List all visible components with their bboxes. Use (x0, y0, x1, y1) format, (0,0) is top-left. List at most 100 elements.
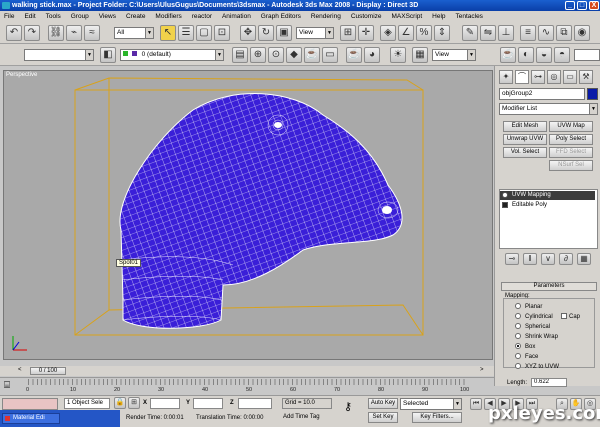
next-frame-icon[interactable]: > (480, 367, 484, 373)
snap-icon[interactable]: ◈ (380, 25, 396, 41)
radio-planar[interactable]: Planar (515, 303, 542, 311)
menu-graph-editors[interactable]: Graph Editors (257, 11, 305, 22)
selection-filter-dropdown[interactable]: All ▼ (114, 27, 154, 39)
maxscript-listener[interactable] (2, 398, 58, 410)
uvw-map-button[interactable]: UVW Map (549, 121, 593, 132)
render-type-dropdown[interactable]: View ▼ (432, 49, 476, 61)
rectangular-selection-icon[interactable]: ▢ (196, 25, 212, 41)
auto-key-button[interactable]: Auto Key (368, 398, 398, 409)
angle-snap-icon[interactable]: ∠ (398, 25, 414, 41)
time-slider-track[interactable]: 0 / 100 < > (0, 366, 494, 376)
curve-editor-icon[interactable]: ∿ (538, 25, 554, 41)
remove-modifier-icon[interactable]: ∂ (559, 253, 573, 265)
manipulate-icon[interactable]: ✛ (358, 25, 374, 41)
time-slider-thumb[interactable]: 0 / 100 (30, 367, 66, 375)
radio-box[interactable]: Box (515, 343, 535, 351)
quick-render-icon[interactable]: ◕ (364, 47, 380, 63)
add-time-tag-button[interactable]: Add Time Tag (282, 412, 332, 423)
menu-tools[interactable]: Tools (42, 11, 65, 22)
undo-icon[interactable]: ↶ (6, 25, 22, 41)
schematic-view-icon[interactable]: ⧉ (556, 25, 572, 41)
menu-group[interactable]: Group (67, 11, 93, 22)
mini-curve-editor-icon[interactable]: ⌸ (4, 380, 10, 391)
track-bar[interactable]: ⌸ 0 10 20 30 40 50 60 70 80 90 100 (0, 377, 494, 395)
show-end-result-icon[interactable]: ‖ (523, 253, 537, 265)
reference-coordinate-dropdown[interactable]: View ▼ (296, 27, 334, 39)
render-iterative-icon[interactable]: ◒ (536, 47, 552, 63)
unwrap-uvw-button[interactable]: Unwrap UVW (503, 134, 547, 145)
z-coordinate-field[interactable] (238, 398, 272, 409)
window-crossing-icon[interactable]: ⊡ (214, 25, 230, 41)
select-layer-icon[interactable]: ⊙ (268, 47, 284, 63)
layer-dropdown[interactable]: 0 (default) ▼ (120, 49, 224, 61)
bind-space-warp-icon[interactable]: ≈ (84, 25, 100, 41)
ffd-select-button[interactable]: FFD Select (549, 147, 593, 158)
absolute-mode-icon[interactable]: ⊞ (128, 397, 140, 409)
pivot-center-icon[interactable]: ⊞ (340, 25, 356, 41)
menu-maxscript[interactable]: MAXScript (387, 11, 426, 22)
close-button[interactable]: X (589, 1, 599, 10)
menu-animation[interactable]: Animation (218, 11, 255, 22)
expand-icon[interactable] (502, 202, 508, 208)
teapot-icon[interactable]: ☕ (346, 47, 362, 63)
menu-views[interactable]: Views (95, 11, 120, 22)
x-coordinate-field[interactable] (150, 398, 180, 409)
rotate-icon[interactable]: ↻ (258, 25, 274, 41)
menu-rendering[interactable]: Rendering (307, 11, 345, 22)
parameters-rollout-header[interactable]: Parameters (501, 282, 597, 291)
radio-spherical[interactable]: Spherical (515, 323, 550, 331)
modify-tab-icon[interactable]: ⌒ (515, 70, 529, 84)
viewport-scene[interactable] (3, 70, 493, 360)
activeshade-icon[interactable]: ◐ (518, 47, 534, 63)
align-icon[interactable]: ⊥ (498, 25, 514, 41)
render-setup-icon[interactable]: ☕ (304, 47, 320, 63)
radio-xyz-to-uvw[interactable]: XYZ to UVW (515, 363, 559, 371)
unlink-icon[interactable]: ⌁ (66, 25, 82, 41)
scale-icon[interactable]: ▣ (276, 25, 292, 41)
modifier-list-dropdown[interactable]: Modifier List ▼ (499, 103, 598, 115)
minimize-button[interactable]: _ (565, 1, 575, 10)
object-color-swatch[interactable] (587, 88, 598, 100)
taskbar-material-editor[interactable]: Material Edi (2, 413, 60, 424)
select-object-icon[interactable]: ↖ (160, 25, 176, 41)
go-to-start-icon[interactable]: ⏮ (470, 398, 482, 410)
y-coordinate-field[interactable] (193, 398, 223, 409)
prev-frame-icon[interactable]: < (18, 367, 22, 373)
link-icon[interactable]: ⛓ (48, 25, 64, 41)
named-selection-icon[interactable]: ✎ (462, 25, 478, 41)
motion-tab-icon[interactable]: ◎ (547, 70, 561, 84)
menu-tentacles[interactable]: Tentacles (451, 11, 486, 22)
make-unique-icon[interactable]: ∨ (541, 253, 555, 265)
vol-select-button[interactable]: Vol. Select (503, 147, 547, 158)
key-filters-button[interactable]: Key Filters... (412, 412, 462, 423)
maximize-button[interactable]: □ (577, 1, 587, 10)
mirror-icon[interactable]: ⇋ (480, 25, 496, 41)
redo-icon[interactable]: ↷ (24, 25, 40, 41)
add-to-layer-icon[interactable]: ⊕ (250, 47, 266, 63)
menu-reactor[interactable]: reactor (188, 11, 216, 22)
set-key-button[interactable]: Set Key (368, 412, 398, 423)
named-selection-set-dropdown[interactable]: ▼ (24, 49, 94, 61)
stack-item-editable-poly[interactable]: Editable Poly (500, 201, 595, 210)
key-icon[interactable]: ⚷ (344, 400, 352, 413)
object-name-field[interactable]: objGroup2 (499, 88, 585, 100)
radio-face[interactable]: Face (515, 353, 538, 361)
display-tab-icon[interactable]: ▭ (563, 70, 577, 84)
radio-cylindrical[interactable]: Cylindrical (515, 313, 553, 321)
cap-checkbox[interactable]: Cap (561, 313, 580, 320)
utilities-tab-icon[interactable]: ⚒ (579, 70, 593, 84)
length-spinner[interactable]: 0.622 (531, 378, 567, 387)
render-type-icon[interactable]: ▦ (412, 47, 428, 63)
render-frame-icon[interactable]: ▭ (322, 47, 338, 63)
layer-manager-icon[interactable]: ≡ (520, 25, 536, 41)
pin-stack-icon[interactable]: ⊸ (505, 253, 519, 265)
material-editor-icon[interactable]: ◉ (574, 25, 590, 41)
stack-item-uvw-mapping[interactable]: UVW Mapping (500, 191, 595, 200)
menu-file[interactable]: File (0, 11, 18, 22)
render-production-icon[interactable]: ☕ (500, 47, 516, 63)
extra-dropdown[interactable] (574, 49, 600, 61)
environment-icon[interactable]: ☀ (390, 47, 406, 63)
render-last-icon[interactable]: ◓ (554, 47, 570, 63)
layer-icon[interactable]: ◧ (100, 47, 116, 63)
spinner-snap-icon[interactable]: ⇕ (434, 25, 450, 41)
